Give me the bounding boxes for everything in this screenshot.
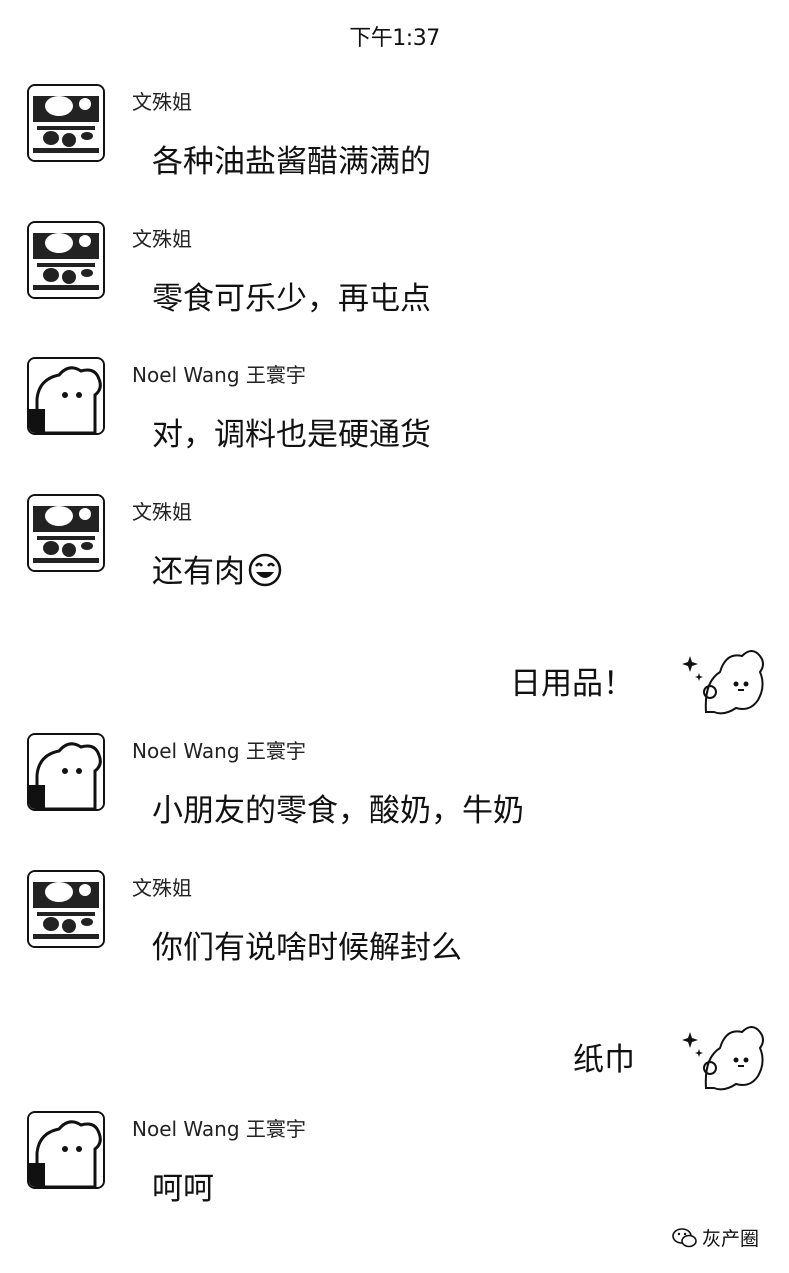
message-row: 文殊姐 各种油盐酱醋满满的 (0, 84, 789, 204)
sparkle-ghost-icon (682, 1026, 764, 1091)
bear-icon (29, 359, 103, 433)
sender-name: Noel Wang 王寰宇 (132, 739, 306, 763)
sender-name: Noel Wang 王寰宇 (132, 363, 306, 387)
message-text[interactable]: 零食可乐少，再屯点 (152, 273, 431, 318)
sender-name: 文殊姐 (132, 227, 192, 251)
my-message-row: 日用品！ (0, 642, 789, 722)
laughing-emoji-icon (247, 552, 283, 596)
avatar[interactable] (27, 494, 105, 572)
message-text[interactable]: 对，调料也是硬通货 (152, 409, 431, 454)
timestamp: 下午1:37 (349, 26, 440, 51)
panda-icon (29, 872, 103, 946)
message-row: 文殊姐 零食可乐少，再屯点 (0, 221, 789, 341)
sender-name: Noel Wang 王寰宇 (132, 1117, 306, 1141)
message-row: 文殊姐 你们有说啥时候解封么 (0, 870, 789, 990)
panda-icon (29, 496, 103, 570)
sender-name: 文殊姐 (132, 500, 192, 524)
sender-name: 文殊姐 (132, 876, 192, 900)
panda-icon (29, 86, 103, 160)
my-avatar[interactable] (680, 642, 768, 720)
message-text-content: 还有肉 (152, 554, 245, 590)
avatar[interactable] (27, 1111, 105, 1189)
watermark-text: 灰产圈 (702, 1228, 760, 1250)
my-avatar[interactable] (680, 1018, 768, 1096)
message-text[interactable]: 日用品！ (510, 658, 634, 703)
bear-icon (29, 735, 103, 809)
message-text[interactable]: 纸巾 (573, 1034, 635, 1079)
message-text[interactable]: 呵呵 (152, 1163, 214, 1208)
message-row: 文殊姐 还有肉 (0, 494, 789, 614)
watermark: 灰产圈 (672, 1224, 759, 1254)
message-row: Noel Wang 王寰宇 小朋友的零食，酸奶，牛奶 (0, 733, 789, 853)
message-text[interactable]: 还有肉 (152, 546, 283, 596)
panda-icon (29, 223, 103, 297)
avatar[interactable] (27, 733, 105, 811)
message-text[interactable]: 各种油盐酱醋满满的 (152, 136, 431, 181)
avatar[interactable] (27, 221, 105, 299)
message-row: Noel Wang 王寰宇 呵呵 (0, 1111, 789, 1231)
message-row: Noel Wang 王寰宇 对，调料也是硬通货 (0, 357, 789, 477)
wechat-icon (672, 1227, 698, 1254)
avatar[interactable] (27, 357, 105, 435)
message-text[interactable]: 你们有说啥时候解封么 (152, 922, 462, 967)
message-text[interactable]: 小朋友的零食，酸奶，牛奶 (152, 785, 524, 830)
sparkle-ghost-icon (682, 650, 764, 715)
avatar[interactable] (27, 84, 105, 162)
my-message-row: 纸巾 (0, 1018, 789, 1098)
avatar[interactable] (27, 870, 105, 948)
sender-name: 文殊姐 (132, 90, 192, 114)
bear-icon (29, 1113, 103, 1187)
